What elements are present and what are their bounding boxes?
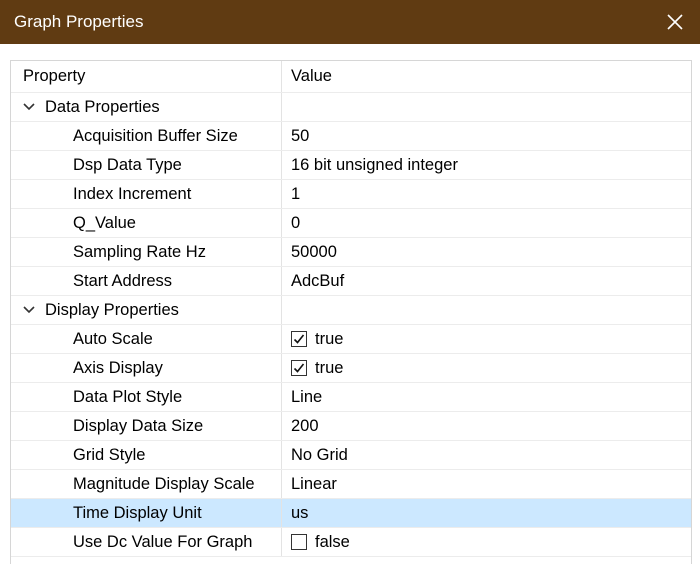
property-name: Display Data Size [11, 412, 282, 440]
group-data-properties[interactable]: Data Properties [11, 93, 691, 122]
property-value[interactable]: 50000 [282, 238, 691, 266]
property-value-text: Linear [291, 474, 337, 493]
close-icon [667, 14, 683, 30]
chevron-down-icon[interactable] [19, 300, 39, 320]
close-button[interactable] [650, 0, 700, 44]
property-value[interactable]: No Grid [282, 441, 691, 469]
property-value-text: true [315, 358, 344, 377]
window-title: Graph Properties [14, 12, 144, 31]
property-row-dsp-data-type[interactable]: Dsp Data Type 16 bit unsigned integer [11, 151, 691, 180]
property-value[interactable]: Linear [282, 470, 691, 498]
property-value[interactable]: 0 [282, 209, 691, 237]
property-name: Auto Scale [11, 325, 282, 353]
property-rows: Data Properties Acquisition Buffer Size 50… [11, 93, 691, 557]
property-value-text: No Grid [291, 445, 348, 464]
property-value[interactable]: 200 [282, 412, 691, 440]
checkbox[interactable] [291, 331, 307, 347]
property-value[interactable]: Line [282, 383, 691, 411]
property-row-time-display-unit[interactable]: Time Display Unit us [11, 499, 691, 528]
property-name: Acquisition Buffer Size [11, 122, 282, 150]
property-row-grid-style[interactable]: Grid Style No Grid [11, 441, 691, 470]
property-name: Dsp Data Type [11, 151, 282, 179]
property-column-header: Property [11, 61, 282, 92]
property-row-sampling-rate-hz[interactable]: Sampling Rate Hz 50000 [11, 238, 691, 267]
checkmark-icon [293, 363, 305, 373]
group-value-cell [282, 296, 691, 324]
property-value-text: 16 bit unsigned integer [291, 155, 458, 174]
property-value-text: false [315, 532, 350, 551]
property-value-text: 200 [291, 416, 319, 435]
property-name: Grid Style [11, 441, 282, 469]
grid-header: Property Value [11, 61, 691, 93]
property-value[interactable]: true [282, 354, 691, 382]
checkmark-icon [293, 334, 305, 344]
property-value[interactable]: false [282, 528, 691, 556]
checkbox[interactable] [291, 360, 307, 376]
property-value[interactable]: us [282, 499, 691, 527]
group-header-cell: Display Properties [11, 296, 282, 324]
property-row-data-plot-style[interactable]: Data Plot Style Line [11, 383, 691, 412]
property-value[interactable]: 16 bit unsigned integer [282, 151, 691, 179]
checkbox[interactable] [291, 534, 307, 550]
property-row-q-value[interactable]: Q_Value 0 [11, 209, 691, 238]
property-row-axis-display[interactable]: Axis Display true [11, 354, 691, 383]
property-value[interactable]: 50 [282, 122, 691, 150]
property-name: Index Increment [11, 180, 282, 208]
property-name: Start Address [11, 267, 282, 295]
property-name: Time Display Unit [11, 499, 282, 527]
property-row-acquisition-buffer-size[interactable]: Acquisition Buffer Size 50 [11, 122, 691, 151]
property-row-index-increment[interactable]: Index Increment 1 [11, 180, 691, 209]
title-bar: Graph Properties [0, 0, 700, 44]
property-row-display-data-size[interactable]: Display Data Size 200 [11, 412, 691, 441]
value-column-header: Value [291, 67, 332, 85]
property-value-text: us [291, 503, 309, 522]
property-name: Use Dc Value For Graph [11, 528, 282, 556]
property-row-magnitude-display-scale[interactable]: Magnitude Display Scale Linear [11, 470, 691, 499]
property-row-start-address[interactable]: Start Address AdcBuf [11, 267, 691, 296]
property-value[interactable]: 1 [282, 180, 691, 208]
property-name: Sampling Rate Hz [11, 238, 282, 266]
group-label: Data Properties [45, 97, 160, 116]
property-value-text: 1 [291, 184, 301, 203]
property-name: Magnitude Display Scale [11, 470, 282, 498]
property-value-text: 50 [291, 126, 310, 145]
property-value-text: Line [291, 387, 323, 406]
property-value-text: 0 [291, 213, 301, 232]
property-name: Q_Value [11, 209, 282, 237]
property-row-use-dc-value-for-graph[interactable]: Use Dc Value For Graph false [11, 528, 691, 557]
group-label: Display Properties [45, 300, 179, 319]
group-value-cell [282, 93, 691, 121]
property-row-auto-scale[interactable]: Auto Scale true [11, 325, 691, 354]
property-name: Data Plot Style [11, 383, 282, 411]
property-value[interactable]: true [282, 325, 691, 353]
group-display-properties[interactable]: Display Properties [11, 296, 691, 325]
property-value-text: true [315, 329, 344, 348]
property-value-text: AdcBuf [291, 271, 345, 290]
property-name: Axis Display [11, 354, 282, 382]
property-value-text: 50000 [291, 242, 337, 261]
chevron-down-icon[interactable] [19, 97, 39, 117]
property-value[interactable]: AdcBuf [282, 267, 691, 295]
property-grid[interactable]: Property Value Data Properties Acquisitio… [10, 60, 692, 564]
group-header-cell: Data Properties [11, 93, 282, 121]
